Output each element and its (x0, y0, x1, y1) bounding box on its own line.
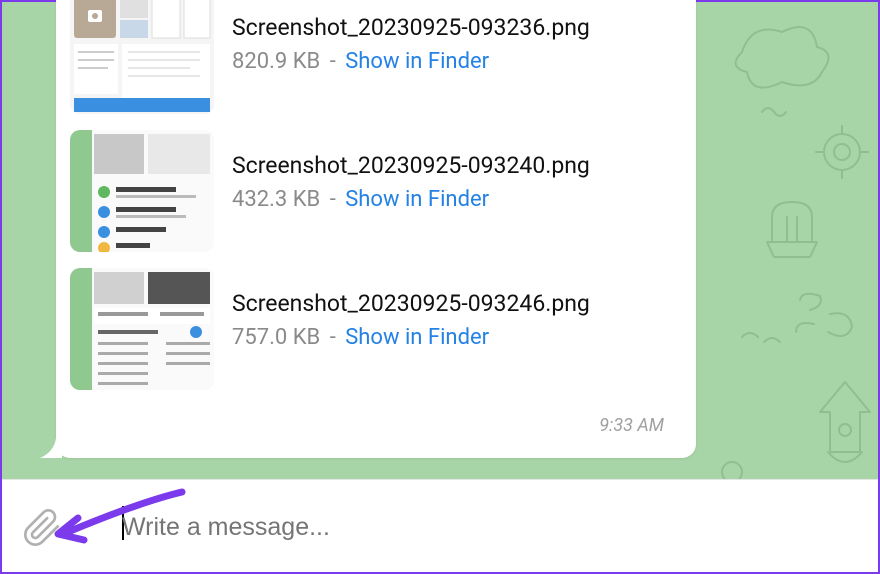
file-attachment[interactable]: Screenshot_20230925-093246.png 757.0 KB … (70, 268, 682, 390)
message-composer (2, 479, 878, 572)
show-in-finder-link[interactable]: Show in Finder (345, 325, 489, 350)
file-size: 757.0 KB (232, 325, 320, 350)
file-attachment[interactable]: Screenshot_20230925-093236.png 820.9 KB … (70, 0, 682, 114)
message-timestamp: 9:33 AM (599, 415, 664, 436)
file-thumbnail (70, 0, 214, 114)
file-size: 820.9 KB (232, 49, 320, 74)
show-in-finder-link[interactable]: Show in Finder (345, 187, 489, 212)
bubble-tail (40, 438, 62, 458)
message-bubble: Screenshot_20230925-093236.png 820.9 KB … (56, 0, 696, 458)
file-name: Screenshot_20230925-093240.png (232, 152, 682, 179)
message-input[interactable] (120, 512, 838, 543)
file-thumbnail (70, 268, 214, 390)
chat-area: Screenshot_20230925-093236.png 820.9 KB … (2, 2, 878, 480)
file-name: Screenshot_20230925-093236.png (232, 14, 682, 41)
file-size: 432.3 KB (232, 187, 320, 212)
show-in-finder-link[interactable]: Show in Finder (345, 49, 489, 74)
file-thumbnail (70, 130, 214, 252)
attach-icon[interactable] (22, 508, 62, 548)
file-name: Screenshot_20230925-093246.png (232, 290, 682, 317)
file-attachment[interactable]: Screenshot_20230925-093240.png 432.3 KB … (70, 130, 682, 252)
